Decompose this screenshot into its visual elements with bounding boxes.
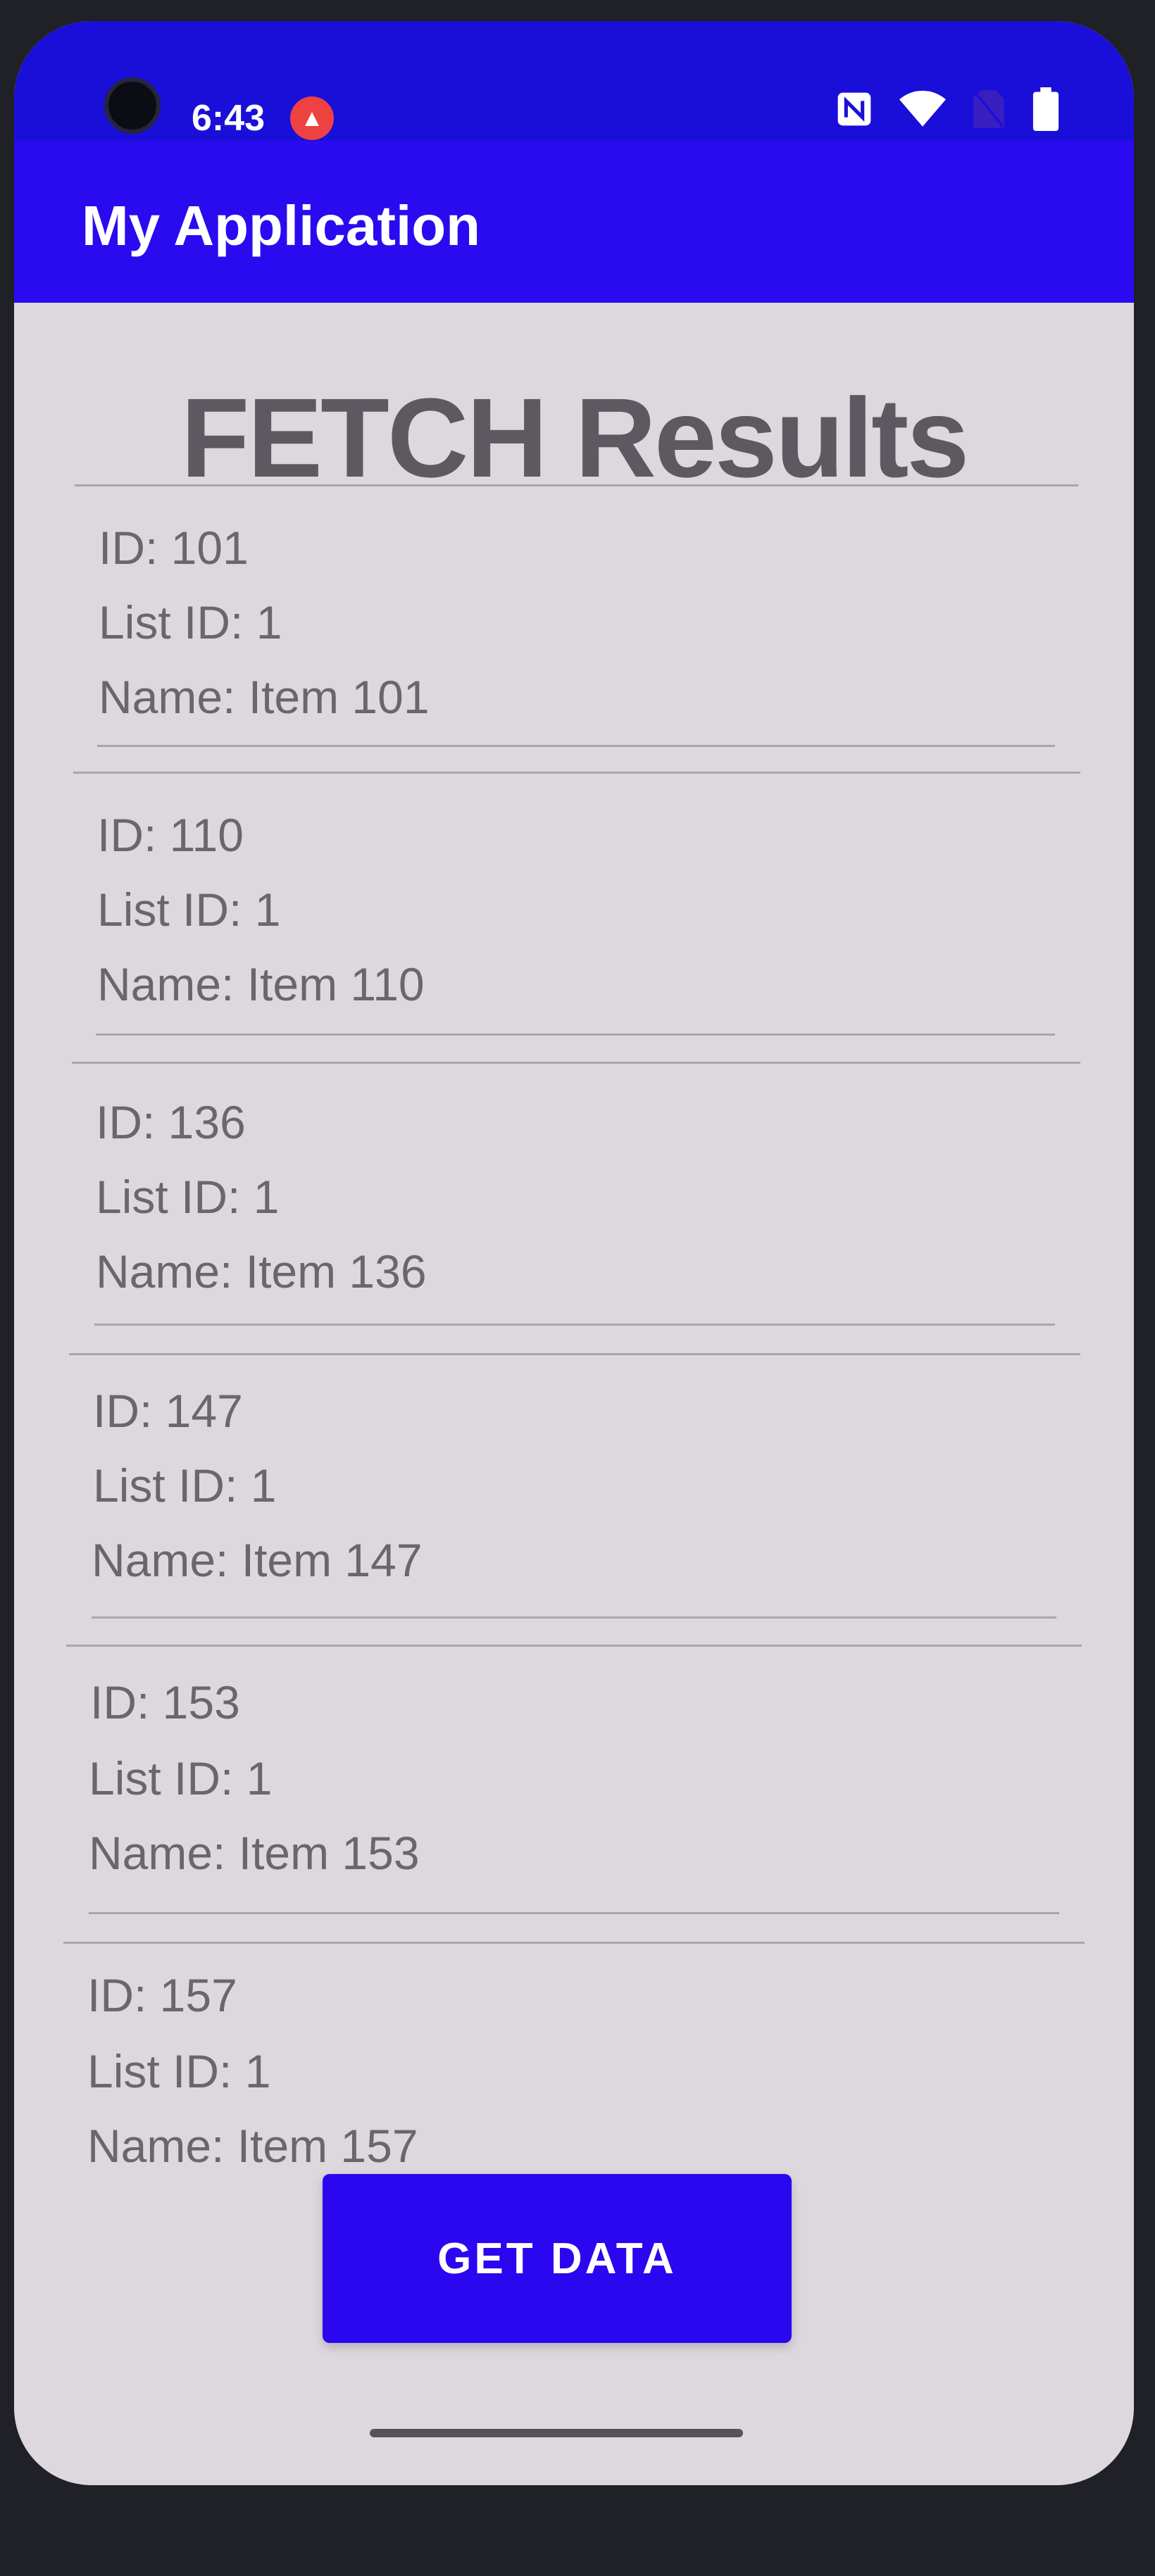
front-camera xyxy=(104,77,161,134)
item-id: ID: 153 xyxy=(90,1676,240,1728)
battery-icon xyxy=(1032,87,1059,131)
item-name: Name: Item 136 xyxy=(96,1245,427,1298)
item-outer-divider xyxy=(63,1942,1085,1944)
item-id: ID: 147 xyxy=(93,1385,243,1437)
item-name: Name: Item 101 xyxy=(99,671,430,723)
item-list-id: List ID: 1 xyxy=(89,1752,273,1804)
wifi-icon xyxy=(899,90,946,127)
item-name: Name: Item 153 xyxy=(89,1827,420,1879)
item-outer-divider xyxy=(66,1645,1082,1647)
item-inner-divider xyxy=(89,1912,1059,1914)
item-list-id: List ID: 1 xyxy=(87,2045,271,2097)
account-alert-icon: ▲ xyxy=(290,96,334,140)
item-id: ID: 157 xyxy=(87,1969,237,2021)
sim-off-icon xyxy=(973,90,1004,128)
item-list-id: List ID: 1 xyxy=(96,1171,280,1223)
item-id: ID: 136 xyxy=(96,1096,246,1148)
item-list-id: List ID: 1 xyxy=(97,884,281,936)
status-bar: 6:43 ▲ xyxy=(14,21,1134,141)
item-id: ID: 110 xyxy=(97,809,244,861)
status-time: 6:43 xyxy=(192,98,266,139)
item-name: Name: Item 147 xyxy=(92,1534,423,1586)
phone-frame: 6:43 ▲ FETCH Results My Application ID: … xyxy=(0,0,1155,2576)
item-list-id: List ID: 1 xyxy=(93,1459,277,1512)
get-data-button[interactable]: GET DATA xyxy=(323,2174,792,2343)
page-title: FETCH Results xyxy=(180,375,970,501)
item-outer-divider xyxy=(69,1353,1080,1355)
status-icons xyxy=(835,87,1060,131)
item-inner-divider xyxy=(92,1616,1056,1619)
item-outer-divider xyxy=(72,1062,1080,1064)
item-inner-divider xyxy=(94,1324,1055,1326)
item-inner-divider xyxy=(96,1033,1055,1036)
item-name: Name: Item 157 xyxy=(87,2120,418,2172)
item-id: ID: 101 xyxy=(99,522,249,574)
item-name: Name: Item 110 xyxy=(97,958,425,1010)
header-divider xyxy=(75,484,1078,486)
home-indicator[interactable] xyxy=(370,2429,743,2437)
item-list-id: List ID: 1 xyxy=(99,596,282,648)
app-title: My Application xyxy=(82,194,480,257)
item-outer-divider xyxy=(73,772,1080,774)
nfc-icon xyxy=(837,92,871,126)
item-inner-divider xyxy=(97,745,1055,747)
